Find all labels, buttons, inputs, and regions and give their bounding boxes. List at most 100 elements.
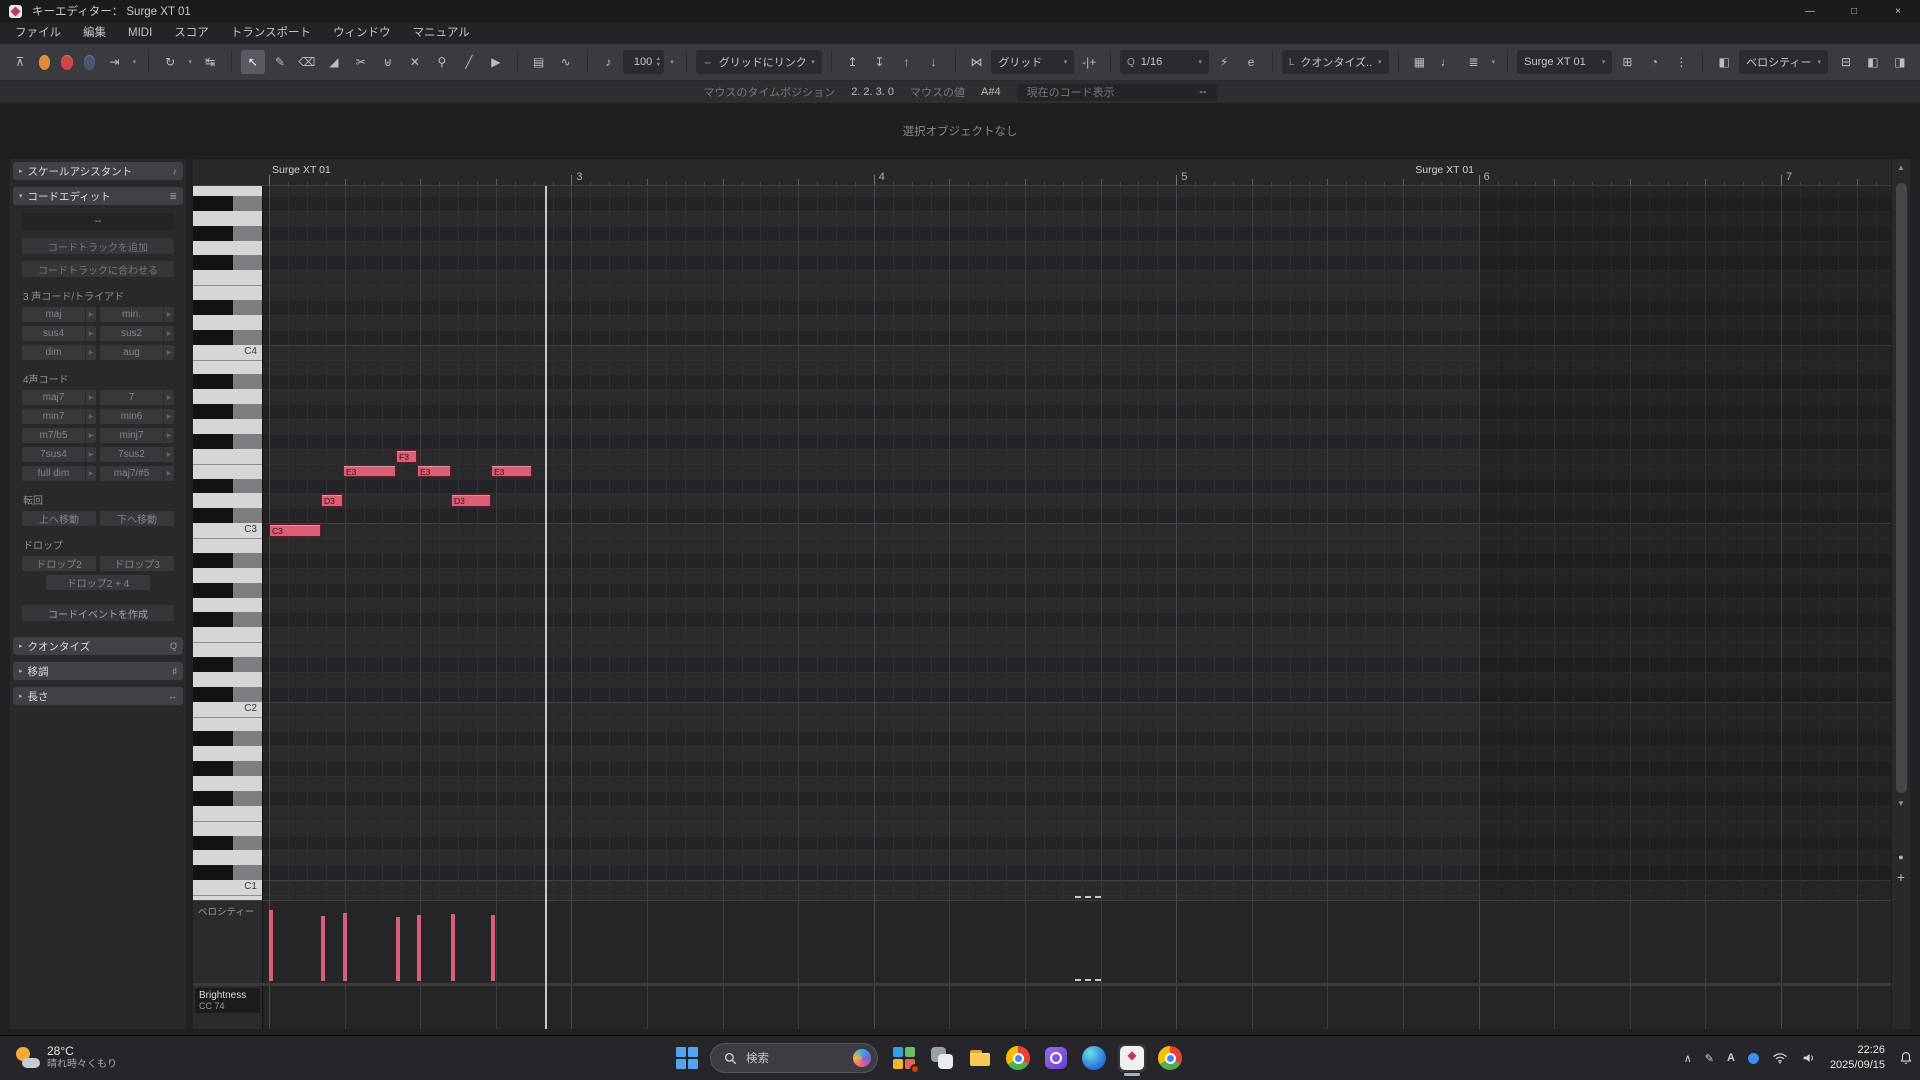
piano-key-G#4[interactable] bbox=[193, 226, 262, 241]
purple-app-icon[interactable] bbox=[1042, 1044, 1070, 1072]
chord-button-maj7[interactable]: maj7▶ bbox=[22, 390, 96, 405]
menu-item-4[interactable]: トランスポート bbox=[220, 22, 322, 44]
piano-key-F3[interactable] bbox=[193, 449, 262, 464]
part-borders-icon[interactable]: ↹ bbox=[198, 50, 222, 74]
chord-variation-arrow[interactable]: ▶ bbox=[163, 307, 174, 322]
chord-button-7sus4[interactable]: 7sus4▶ bbox=[22, 447, 96, 462]
piano-key-D#4[interactable] bbox=[193, 300, 262, 315]
piano-key-G#1[interactable] bbox=[193, 761, 262, 776]
velocity-bar-0[interactable] bbox=[269, 910, 273, 981]
piano-key-F4[interactable] bbox=[193, 270, 262, 285]
piano-key-C#1[interactable] bbox=[193, 865, 262, 880]
draw-tool[interactable]: ✎ bbox=[268, 50, 292, 74]
piano-key-D3[interactable] bbox=[193, 493, 262, 508]
chord-button-min-[interactable]: min.▶ bbox=[100, 307, 174, 322]
chrome-icon[interactable] bbox=[1004, 1044, 1032, 1072]
menu-item-5[interactable]: ウィンドウ bbox=[322, 22, 402, 44]
chord-button-maj[interactable]: maj▶ bbox=[22, 307, 96, 322]
store-icon[interactable] bbox=[890, 1044, 918, 1072]
insert-velocity-icon[interactable]: ♪ bbox=[596, 50, 620, 74]
play-tool[interactable]: ▶ bbox=[484, 50, 508, 74]
left-zone-toggle-icon[interactable]: ◧ bbox=[1861, 50, 1885, 74]
chord-variation-arrow[interactable]: ▶ bbox=[163, 345, 174, 360]
timeline-ruler[interactable]: 34567Surge XT 01Surge XT 01 bbox=[263, 159, 1891, 186]
midi-note-f3-3[interactable]: F3 bbox=[396, 450, 417, 463]
midi-note-d3-1[interactable]: D3 bbox=[321, 494, 343, 507]
split-tool[interactable]: ✂ bbox=[349, 50, 373, 74]
length-quantize-dropdown[interactable]: ⇔グリッドにリンク▾ bbox=[696, 50, 822, 74]
chord-button-maj7-5[interactable]: maj7/#5▶ bbox=[100, 466, 174, 481]
erase-tool[interactable]: ⌫ bbox=[295, 50, 319, 74]
chord-variation-arrow[interactable]: ▶ bbox=[85, 409, 96, 424]
note-layers-dropdown[interactable]: ▾ bbox=[1488, 50, 1498, 74]
ime-indicator[interactable]: A bbox=[1727, 1052, 1735, 1064]
chord-variation-arrow[interactable]: ▶ bbox=[163, 390, 174, 405]
snap-icon[interactable]: ⋈ bbox=[964, 50, 988, 74]
velocity-bar-1[interactable] bbox=[321, 916, 325, 981]
independent-loop-dropdown[interactable]: ▾ bbox=[185, 50, 195, 74]
piano-key-A3[interactable] bbox=[193, 389, 262, 404]
piano-key-E3[interactable] bbox=[193, 464, 262, 479]
midi-note-e3-6[interactable]: E3 bbox=[491, 465, 532, 478]
clock[interactable]: 22:26 2025/09/15 bbox=[1830, 1043, 1885, 1073]
move-down-icon[interactable]: ↧ bbox=[868, 50, 892, 74]
piano-key-C#3[interactable] bbox=[193, 508, 262, 523]
hidden-icons-chevron[interactable]: ∧ bbox=[1684, 1052, 1692, 1065]
chord-variation-arrow[interactable]: ▶ bbox=[85, 466, 96, 481]
piano-key-F#1[interactable] bbox=[193, 791, 262, 806]
section-transpose[interactable]: ▸ 移調 ♯ bbox=[13, 662, 183, 680]
event-colors-icon[interactable]: ◧ bbox=[1712, 50, 1736, 74]
menu-item-6[interactable]: マニュアル bbox=[402, 22, 481, 44]
autoscroll-icon[interactable]: ⇥ bbox=[102, 50, 126, 74]
chord-variation-arrow[interactable]: ▶ bbox=[163, 428, 174, 443]
chord-button-7sus2[interactable]: 7sus2▶ bbox=[100, 447, 174, 462]
window-layout-icon[interactable]: ⊟ bbox=[1834, 50, 1858, 74]
drop-2-4-button[interactable]: ドロップ2 + 4 bbox=[46, 575, 150, 590]
piano-key-C#4[interactable] bbox=[193, 330, 262, 345]
transpose-up-icon[interactable]: ↑ bbox=[895, 50, 919, 74]
piano-key-E1[interactable] bbox=[193, 821, 262, 836]
chord-variation-arrow[interactable]: ▶ bbox=[163, 409, 174, 424]
vertical-scrollbar[interactable]: ▲ ▼ ● + bbox=[1891, 159, 1910, 1029]
chord-button-sus4[interactable]: sus4▶ bbox=[22, 326, 96, 341]
chord-button-aug[interactable]: aug▶ bbox=[100, 345, 174, 360]
time-format-icon[interactable]: ◔ bbox=[1642, 50, 1666, 74]
piano-key-D1[interactable] bbox=[193, 850, 262, 865]
menu-item-1[interactable]: 編集 bbox=[72, 22, 117, 44]
select-tool[interactable]: ↖ bbox=[241, 50, 265, 74]
note-grid[interactable]: C3D3E3F3E3D3E3 bbox=[263, 186, 1891, 900]
drop-button--2[interactable]: ドロップ2 bbox=[22, 556, 96, 571]
independent-loop-icon[interactable]: ↻ bbox=[158, 50, 182, 74]
piano-key-D2[interactable] bbox=[193, 672, 262, 687]
chord-button-full-dim[interactable]: full dim▶ bbox=[22, 466, 96, 481]
velocity-bar-6[interactable] bbox=[491, 915, 495, 981]
piano-key-G#3[interactable] bbox=[193, 404, 262, 419]
piano-key-C2[interactable]: C2 bbox=[193, 702, 262, 717]
section-length[interactable]: ▸ 長さ ↔ bbox=[13, 687, 183, 705]
autoscroll-dropdown[interactable]: ▾ bbox=[129, 50, 139, 74]
scrollbar-thumb[interactable] bbox=[1896, 183, 1907, 793]
chord-variation-arrow[interactable]: ▶ bbox=[163, 326, 174, 341]
piano-key-G2[interactable] bbox=[193, 598, 262, 613]
piano-key-D#3[interactable] bbox=[193, 479, 262, 494]
explorer-icon[interactable] bbox=[966, 1044, 994, 1072]
show-part-borders-icon[interactable]: ⊞ bbox=[1615, 50, 1639, 74]
add-chord-track-button[interactable]: コードトラックを追加 bbox=[22, 238, 174, 254]
section-quantize[interactable]: ▸ クオンタイズ Q bbox=[13, 637, 183, 655]
piano-keyboard[interactable]: C4C3C2C1 bbox=[193, 186, 263, 900]
piano-key-F#3[interactable] bbox=[193, 434, 262, 449]
piano-key-A4[interactable] bbox=[193, 211, 262, 226]
chord-variation-arrow[interactable]: ▶ bbox=[163, 447, 174, 462]
piano-key-F1[interactable] bbox=[193, 806, 262, 821]
piano-key-C#2[interactable] bbox=[193, 687, 262, 702]
taskview-icon[interactable] bbox=[928, 1044, 956, 1072]
follow-chord-track-button[interactable]: コードトラックに合わせる bbox=[22, 261, 174, 277]
piano-key-G1[interactable] bbox=[193, 776, 262, 791]
chord-button-dim[interactable]: dim▶ bbox=[22, 345, 96, 360]
midi-note-e3-4[interactable]: E3 bbox=[417, 465, 451, 478]
chord-variation-arrow[interactable]: ▶ bbox=[85, 447, 96, 462]
velocity-bar-3[interactable] bbox=[396, 917, 400, 981]
browser-icon[interactable] bbox=[1156, 1044, 1184, 1072]
chord-button-min6[interactable]: min6▶ bbox=[100, 409, 174, 424]
piano-key-A#2[interactable] bbox=[193, 553, 262, 568]
